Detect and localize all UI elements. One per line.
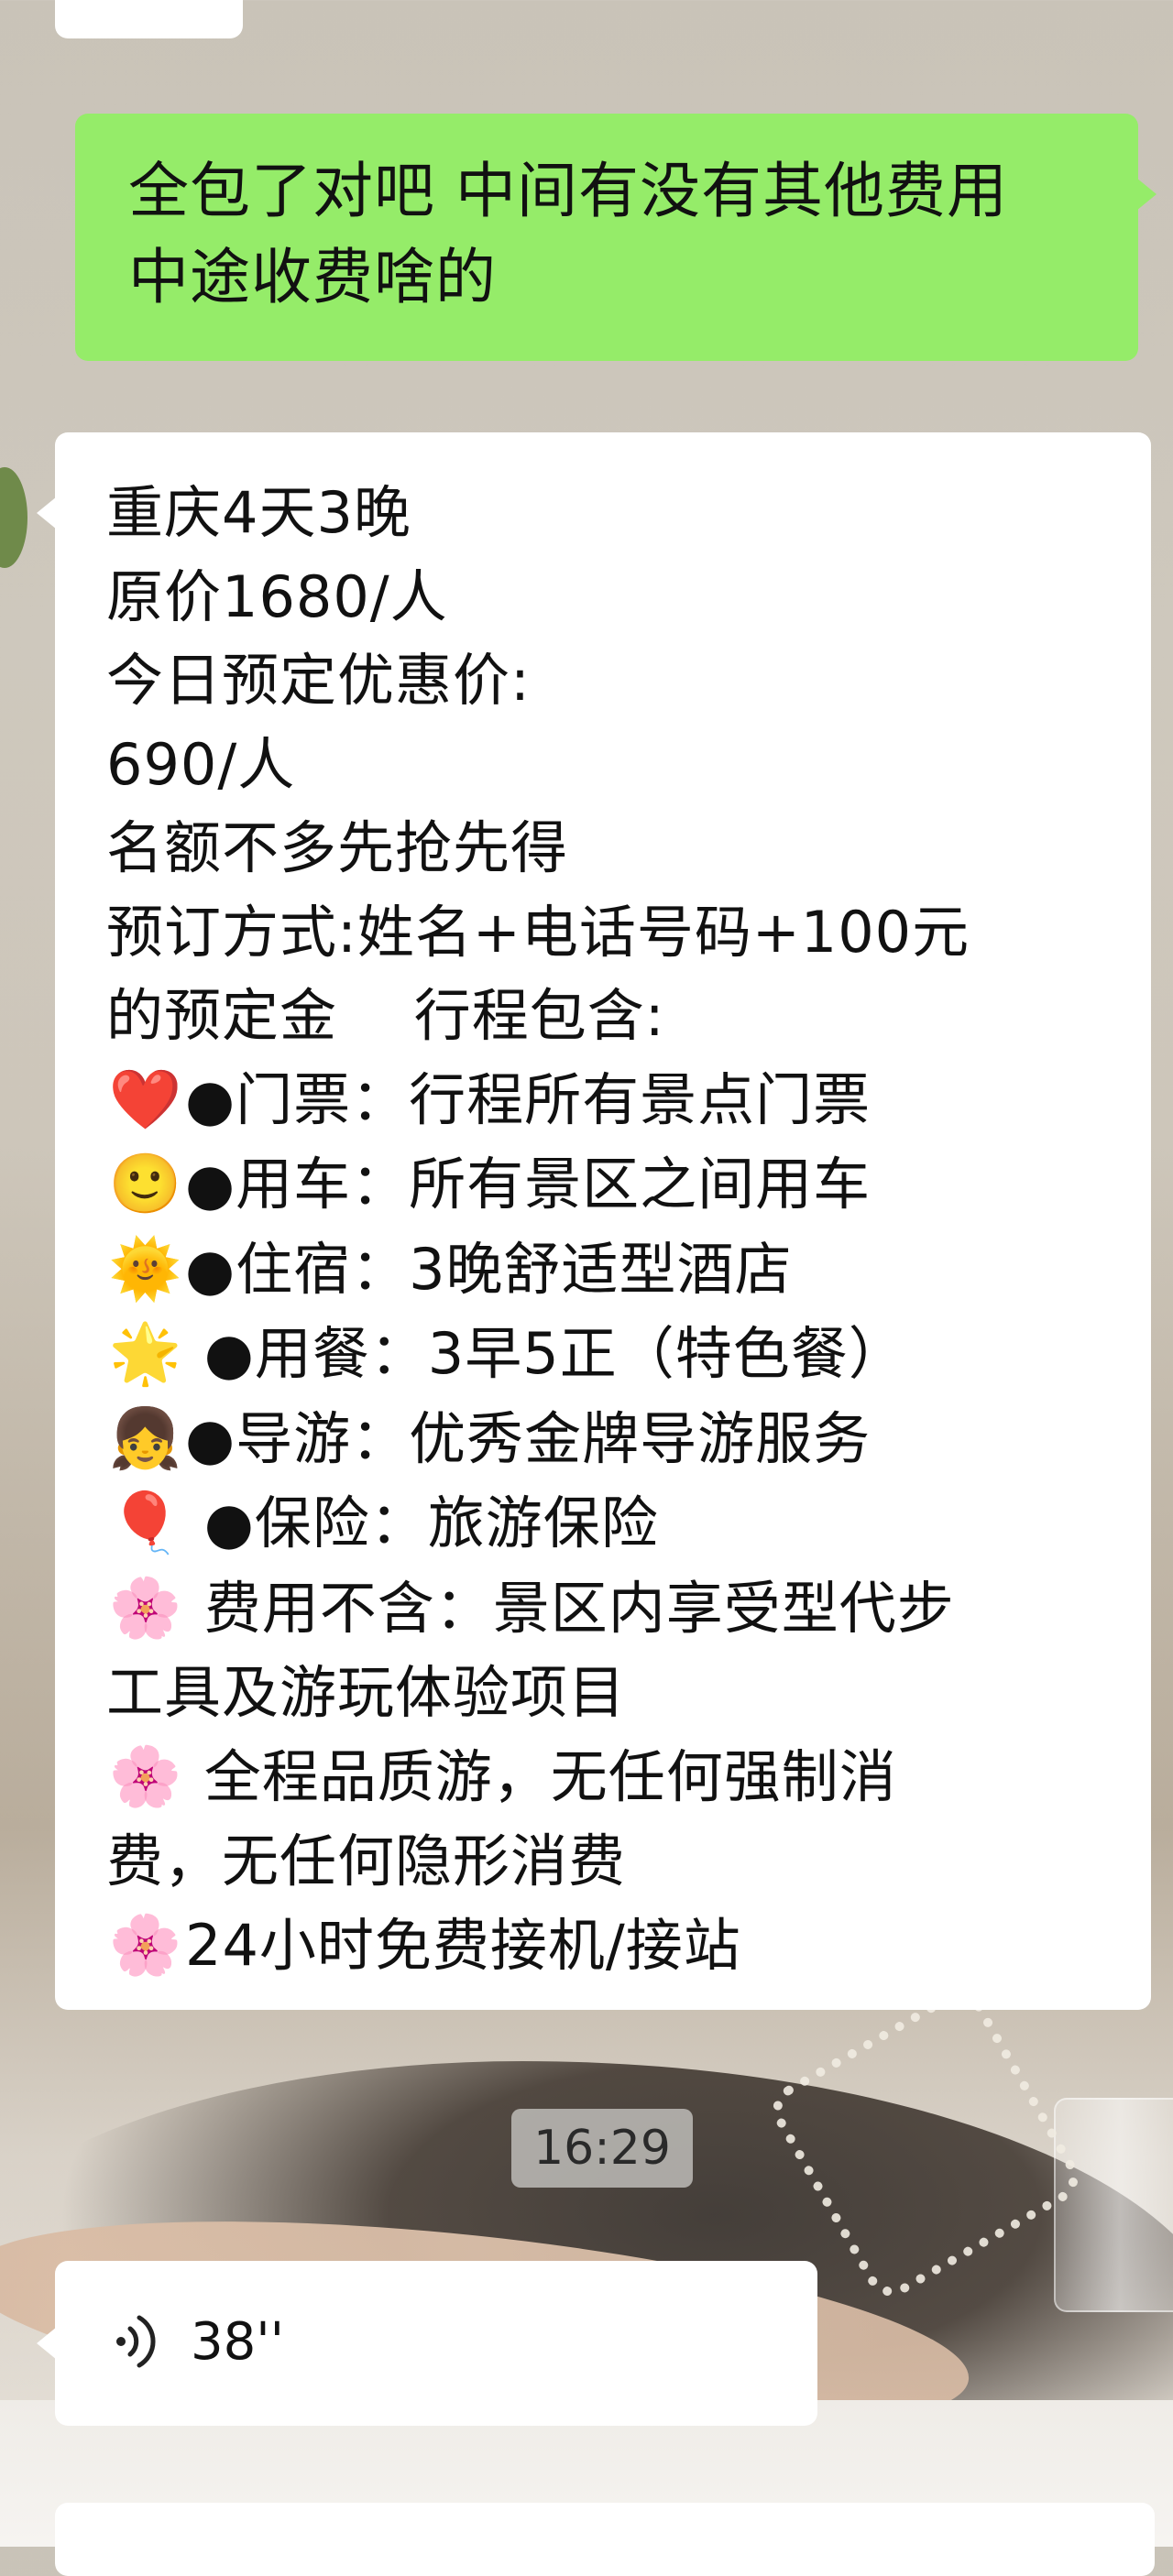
message-line: 今日预定优惠价: bbox=[106, 639, 1124, 723]
message-line-text: 工具及游玩体验项目 bbox=[106, 1659, 627, 1726]
outgoing-message-bubble[interactable]: 全包了对吧 中间有没有其他费用 中途收费啥的 bbox=[75, 114, 1157, 361]
message-line-text: 全程品质游，无任何强制消 bbox=[185, 1742, 897, 1810]
message-line-text: 费用不含：景区内享受型代步 bbox=[185, 1574, 955, 1642]
emoji-icon: 🌞 bbox=[108, 1235, 183, 1304]
bubble-tail bbox=[1136, 178, 1157, 211]
message-line-text: 今日预定优惠价: bbox=[106, 647, 531, 714]
message-line: 重庆4天3晚 bbox=[106, 471, 1124, 555]
message-line: 中途收费啥的 bbox=[128, 242, 497, 312]
emoji-icon: 🌟 bbox=[108, 1320, 183, 1388]
emoji-icon: 🙂 bbox=[108, 1151, 183, 1218]
message-body: 重庆4天3晚 原价1680/人今日预定优惠价: 690/人名额不多先抢先得预订方式:… bbox=[106, 471, 1124, 1988]
bubble-tail bbox=[37, 497, 57, 529]
emoji-icon: 🌸 bbox=[108, 1574, 183, 1643]
message-line: 的预定金 行程包含: bbox=[106, 974, 1124, 1058]
bubble-tail bbox=[37, 2327, 57, 2360]
message-line-text: 原价1680/人 bbox=[106, 562, 448, 630]
message-line-text: ●保险：旅游保险 bbox=[185, 1490, 659, 1556]
message-line-text: 24小时免费接机/接站 bbox=[185, 1911, 741, 1979]
message-timestamp: 16:29 bbox=[511, 2109, 693, 2188]
message-line-text: ●导游：优秀金牌导游服务 bbox=[185, 1404, 872, 1472]
message-line: 🌸24小时免费接机/接站 bbox=[106, 1904, 1124, 1989]
previous-message-bubble[interactable] bbox=[55, 0, 243, 38]
message-line-text: 预订方式:姓名+电话号码+100元 bbox=[106, 898, 970, 966]
voice-duration: 38'' bbox=[191, 2312, 285, 2372]
emoji-icon: 🌸 bbox=[108, 1911, 183, 1980]
emoji-icon: ❤️ bbox=[108, 1065, 183, 1134]
wallpaper-leaf bbox=[0, 467, 27, 568]
message-line: 🌟 ●用餐：3早5正（特色餐） bbox=[106, 1312, 1124, 1397]
wallpaper-photo-glass bbox=[1054, 2098, 1173, 2312]
voice-wave-icon bbox=[116, 2315, 156, 2368]
message-line: 🌞●住宿：3晚舒适型酒店 bbox=[106, 1228, 1124, 1313]
message-line: 690/人 bbox=[106, 723, 1124, 807]
message-line-text: 名额不多先抢先得 bbox=[106, 814, 569, 881]
message-line: 全包了对吧 中间有没有其他费用 bbox=[128, 156, 1008, 226]
emoji-icon: 👧 bbox=[108, 1404, 183, 1473]
message-line-text: ●门票：行程所有景点门票 bbox=[185, 1065, 872, 1133]
message-line-text: ●住宿：3晚舒适型酒店 bbox=[185, 1235, 793, 1303]
message-line: 🌸 费用不含：景区内享受型代步 bbox=[106, 1566, 1124, 1652]
message-line: 🎈 ●保险：旅游保险 bbox=[106, 1481, 1124, 1566]
emoji-icon: 🎈 bbox=[108, 1490, 183, 1557]
message-line-text: 费，无任何隐形消费 bbox=[106, 1828, 627, 1894]
emoji-icon: 🌸 bbox=[108, 1742, 183, 1811]
message-line: 预订方式:姓名+电话号码+100元 bbox=[106, 890, 1124, 975]
message-line-text: 重庆4天3晚 bbox=[106, 479, 411, 546]
message-line: 🙂●用车：所有景区之间用车 bbox=[106, 1142, 1124, 1228]
next-message-bubble[interactable] bbox=[55, 2503, 1155, 2576]
voice-message-bubble[interactable]: 38'' bbox=[37, 2261, 817, 2426]
message-line: 🌸 全程品质游，无任何强制消 bbox=[106, 1735, 1124, 1820]
message-line: ❤️●门票：行程所有景点门票 bbox=[106, 1058, 1124, 1143]
incoming-message-bubble[interactable]: 重庆4天3晚 原价1680/人今日预定优惠价: 690/人名额不多先抢先得预订方式:… bbox=[37, 432, 1151, 2010]
message-line: 原价1680/人 bbox=[106, 555, 1124, 639]
message-line: 工具及游玩体验项目 bbox=[106, 1651, 1124, 1735]
message-line-text: 的预定金 行程包含: bbox=[106, 982, 665, 1049]
message-line-text: 690/人 bbox=[106, 730, 296, 798]
message-line: 费，无任何隐形消费 bbox=[106, 1819, 1124, 1904]
message-line: 👧●导游：优秀金牌导游服务 bbox=[106, 1397, 1124, 1482]
message-line-text: ●用车：所有景区之间用车 bbox=[185, 1151, 872, 1217]
message-line: 名额不多先抢先得 bbox=[106, 806, 1124, 890]
message-line-text: ●用餐：3早5正（特色餐） bbox=[185, 1320, 906, 1387]
